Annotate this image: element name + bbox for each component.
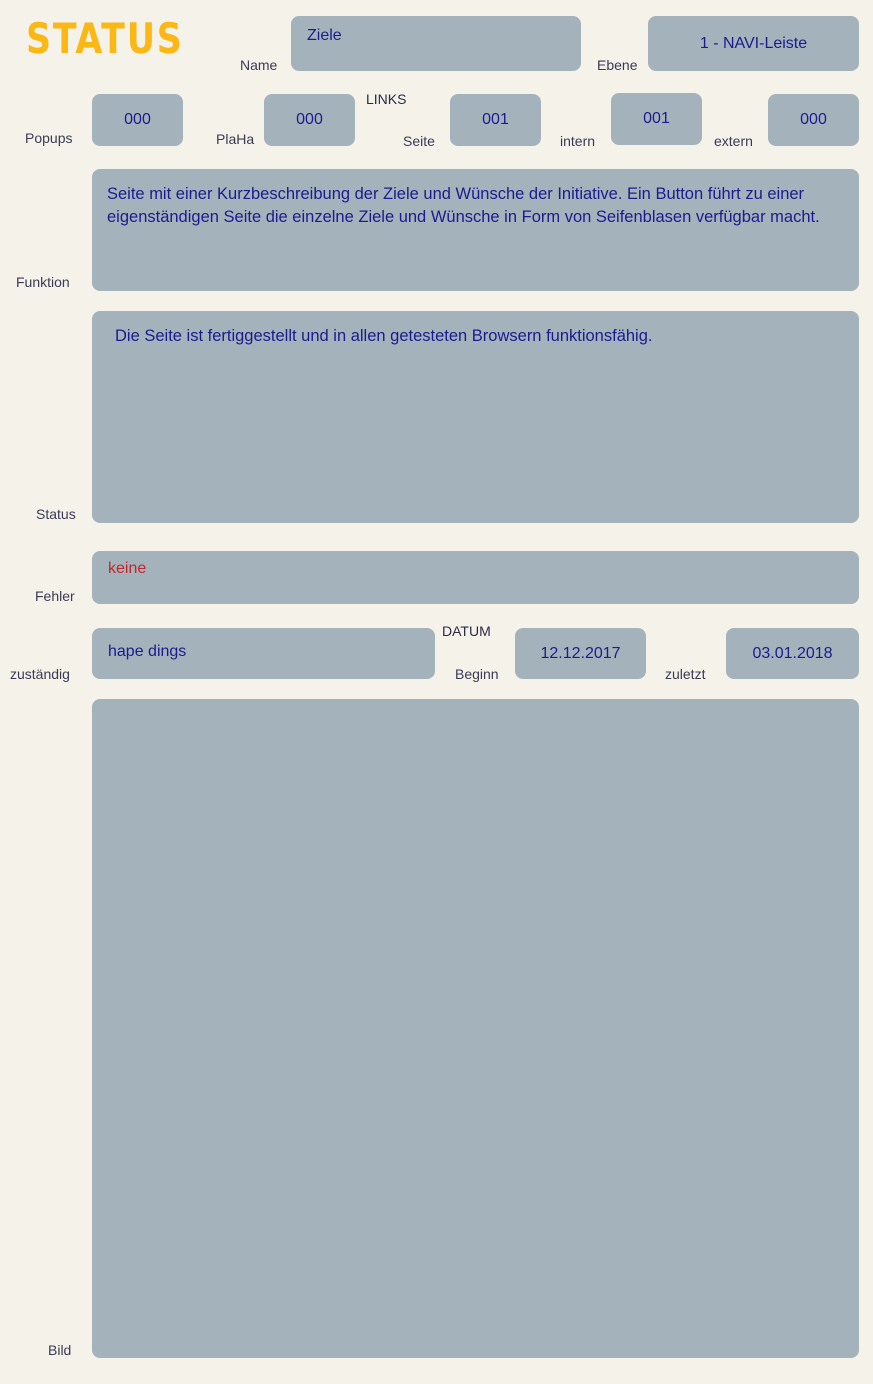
intern-value: 001 bbox=[643, 110, 670, 127]
ebene-value: 1 - NAVI-Leiste bbox=[699, 34, 808, 52]
beginn-label: Beginn bbox=[455, 666, 499, 682]
beginn-field[interactable]: 12.12.2017 bbox=[515, 628, 646, 679]
intern-label: intern bbox=[560, 133, 596, 149]
ebene-label: Ebene bbox=[597, 57, 638, 73]
seite-field[interactable]: 001 bbox=[450, 94, 541, 146]
status-label: Status bbox=[36, 506, 76, 522]
name-label: Name bbox=[240, 57, 278, 73]
status-sheet: STATUS Name Ziele Ebene 1 - NAVI-Leiste … bbox=[0, 0, 873, 1384]
zustaendig-value: hape dings bbox=[108, 643, 187, 660]
popups-value: 000 bbox=[124, 111, 151, 128]
status-field[interactable]: Die Seite ist fertiggestellt und in alle… bbox=[92, 311, 859, 523]
links-group-label: LINKS bbox=[366, 91, 407, 107]
fehler-field[interactable]: keine bbox=[92, 551, 859, 604]
bild-field[interactable] bbox=[92, 699, 859, 1358]
extern-value: 000 bbox=[800, 111, 827, 128]
status-text: Die Seite ist fertiggestellt und in alle… bbox=[115, 327, 653, 345]
popups-label: Popups bbox=[25, 130, 73, 146]
funktion-field[interactable]: Seite mit einer Kurzbeschreibung der Zie… bbox=[92, 169, 859, 291]
funktion-text: Seite mit einer Kurzbeschreibung der Zie… bbox=[107, 185, 820, 226]
seite-value: 001 bbox=[482, 111, 509, 128]
bild-label: Bild bbox=[48, 1342, 72, 1358]
popups-field[interactable]: 000 bbox=[92, 94, 183, 146]
name-field[interactable]: Ziele bbox=[291, 16, 581, 71]
plaha-field[interactable]: 000 bbox=[264, 94, 355, 146]
zustaendig-field[interactable]: hape dings bbox=[92, 628, 435, 679]
ebene-field[interactable]: 1 - NAVI-Leiste bbox=[648, 16, 859, 71]
zustaendig-label: zuständig bbox=[10, 666, 70, 682]
zuletzt-field[interactable]: 03.01.2018 bbox=[726, 628, 859, 679]
intern-field[interactable]: 001 bbox=[611, 93, 702, 145]
fehler-label: Fehler bbox=[35, 588, 75, 604]
extern-field[interactable]: 000 bbox=[768, 94, 859, 146]
zuletzt-label: zuletzt bbox=[665, 666, 706, 682]
zuletzt-value: 03.01.2018 bbox=[752, 644, 833, 662]
datum-group-label: DATUM bbox=[442, 623, 491, 639]
extern-label: extern bbox=[714, 133, 753, 149]
beginn-value: 12.12.2017 bbox=[540, 644, 621, 662]
funktion-label: Funktion bbox=[16, 274, 70, 290]
name-value: Ziele bbox=[307, 27, 342, 44]
fehler-text: keine bbox=[108, 560, 147, 577]
plaha-label: PlaHa bbox=[216, 131, 255, 147]
page-title: STATUS bbox=[26, 14, 184, 63]
plaha-value: 000 bbox=[296, 111, 323, 128]
seite-label: Seite bbox=[403, 133, 435, 149]
